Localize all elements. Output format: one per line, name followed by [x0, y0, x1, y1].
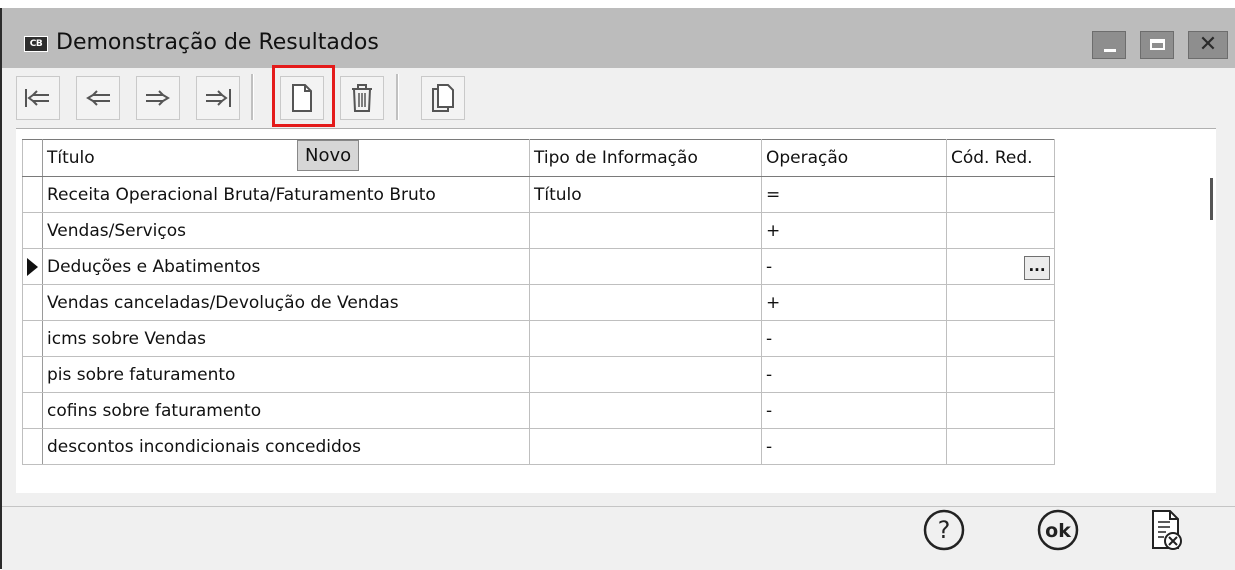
row-indicator[interactable]: [22, 212, 43, 249]
cell-operacao[interactable]: -: [761, 356, 947, 393]
cell-titulo[interactable]: Vendas/Serviços: [42, 212, 530, 249]
right-arrow-icon: [146, 90, 170, 106]
table-row[interactable]: Receita Operacional Bruta/Faturamento Br…: [22, 176, 1055, 213]
cell-tipo[interactable]: [529, 320, 762, 357]
table-row[interactable]: Vendas canceladas/Devolução de Vendas +: [22, 284, 1055, 321]
cell-cod-red[interactable]: [946, 176, 1055, 213]
cell-operacao[interactable]: =: [761, 176, 947, 213]
svg-text:ok: ok: [1045, 520, 1071, 542]
lookup-ellipsis-button[interactable]: ...: [1024, 255, 1050, 280]
row-indicator[interactable]: [22, 284, 43, 321]
cell-titulo[interactable]: cofins sobre faturamento: [42, 392, 530, 429]
row-indicator[interactable]: [22, 176, 43, 213]
column-header-tipo[interactable]: Tipo de Informação: [529, 139, 762, 177]
left-arrow-icon: [86, 90, 110, 106]
cell-titulo[interactable]: Receita Operacional Bruta/Faturamento Br…: [42, 176, 530, 213]
cell-tipo[interactable]: Título: [529, 176, 762, 213]
cell-cod-red[interactable]: [946, 392, 1055, 429]
main-window: CB Demonstração de Resultados ✕ Título T…: [0, 8, 1235, 570]
cell-titulo[interactable]: Deduções e Abatimentos: [42, 248, 530, 285]
table-row-current[interactable]: Deduções e Abatimentos - ...: [22, 248, 1055, 285]
close-button[interactable]: ✕: [1188, 31, 1228, 59]
trash-icon: [352, 84, 372, 112]
window-title: Demonstração de Resultados: [56, 30, 379, 55]
row-indicator[interactable]: [22, 320, 43, 357]
next-record-button[interactable]: [136, 76, 180, 120]
table-row[interactable]: pis sobre faturamento -: [22, 356, 1055, 393]
copy-record-button[interactable]: [421, 76, 465, 120]
cell-cod-red[interactable]: [946, 212, 1055, 249]
copy-icon: [432, 84, 454, 112]
row-indicator[interactable]: [22, 356, 43, 393]
cancel-document-icon: [1152, 510, 1182, 550]
ok-button[interactable]: ok: [1034, 506, 1082, 554]
cell-operacao[interactable]: +: [761, 284, 947, 321]
cell-operacao[interactable]: -: [761, 428, 947, 465]
column-header-operacao[interactable]: Operação: [761, 139, 947, 177]
delete-record-button[interactable]: [340, 76, 384, 120]
column-header-cod-red[interactable]: Cód. Red.: [946, 139, 1055, 177]
first-record-button[interactable]: [16, 76, 60, 120]
table-row[interactable]: cofins sobre faturamento -: [22, 392, 1055, 429]
cell-tipo[interactable]: [529, 392, 762, 429]
help-icon: ?: [923, 509, 965, 551]
cell-titulo[interactable]: icms sobre Vendas: [42, 320, 530, 357]
cell-cod-red[interactable]: [946, 284, 1055, 321]
new-button-highlight: [272, 65, 335, 127]
table-row[interactable]: Vendas/Serviços +: [22, 212, 1055, 249]
tooltip: Novo: [297, 140, 360, 171]
row-indicator[interactable]: [22, 248, 43, 285]
cell-tipo[interactable]: [529, 248, 762, 285]
ok-icon: ok: [1037, 509, 1079, 551]
row-indicator[interactable]: [22, 392, 43, 429]
help-button[interactable]: ?: [920, 506, 968, 554]
cancel-button[interactable]: [1142, 506, 1190, 554]
cell-titulo[interactable]: pis sobre faturamento: [42, 356, 530, 393]
cell-operacao[interactable]: +: [761, 212, 947, 249]
cell-tipo[interactable]: [529, 428, 762, 465]
cell-tipo[interactable]: [529, 356, 762, 393]
svg-text:?: ?: [938, 516, 951, 544]
cell-cod-red[interactable]: [946, 356, 1055, 393]
cell-operacao[interactable]: -: [761, 248, 947, 285]
cell-cod-red[interactable]: ...: [946, 248, 1055, 285]
cell-tipo[interactable]: [529, 284, 762, 321]
minimize-button[interactable]: [1092, 31, 1126, 59]
previous-record-button[interactable]: [76, 76, 120, 120]
cell-cod-red[interactable]: [946, 428, 1055, 465]
last-arrow-icon: [206, 89, 231, 107]
title-bar: CB Demonstração de Resultados ✕: [2, 8, 1235, 68]
data-grid: Título Tipo de Informação Operação Cód. …: [16, 128, 1216, 493]
vertical-scrollbar[interactable]: [1210, 178, 1213, 220]
row-indicator[interactable]: [22, 428, 43, 465]
toolbar: [16, 68, 481, 124]
current-row-arrow-icon: [27, 258, 38, 276]
first-arrow-icon: [25, 89, 49, 107]
maximize-button[interactable]: [1140, 31, 1174, 59]
app-icon: CB: [24, 36, 48, 52]
cell-cod-red[interactable]: [946, 320, 1055, 357]
table-row[interactable]: icms sobre Vendas -: [22, 320, 1055, 357]
cell-operacao[interactable]: -: [761, 320, 947, 357]
column-header-titulo[interactable]: Título: [42, 139, 530, 177]
cell-tipo[interactable]: [529, 212, 762, 249]
table-row[interactable]: descontos incondicionais concedidos -: [22, 428, 1055, 465]
last-record-button[interactable]: [196, 76, 240, 120]
cell-operacao[interactable]: -: [761, 392, 947, 429]
cell-titulo[interactable]: Vendas canceladas/Devolução de Vendas: [42, 284, 530, 321]
cell-titulo[interactable]: descontos incondicionais concedidos: [42, 428, 530, 465]
